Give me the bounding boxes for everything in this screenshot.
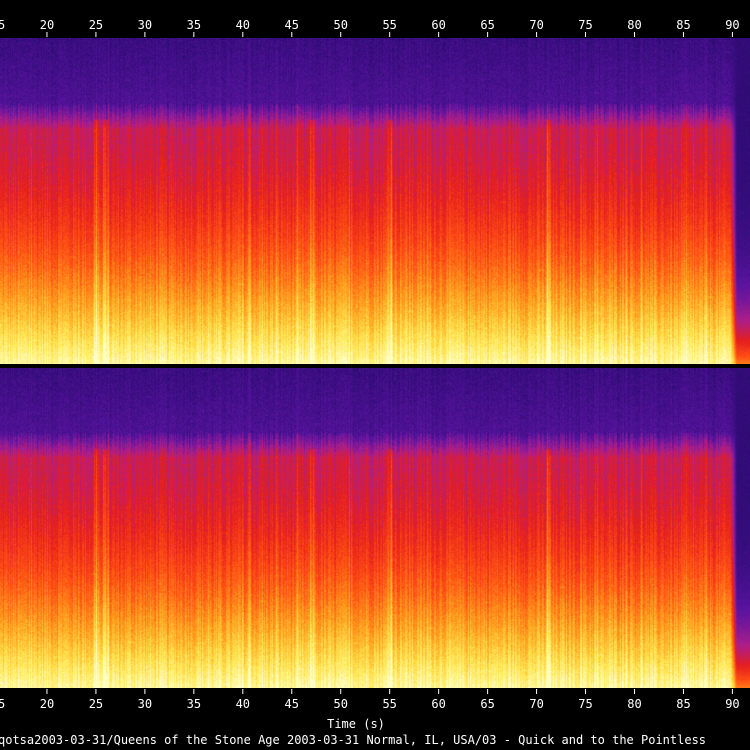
- top-axis-tick-label-80: 80: [627, 18, 641, 32]
- channel-separator: [0, 364, 750, 368]
- top-axis-tick-label-70: 70: [529, 18, 543, 32]
- bottom-axis-tick-label-60: 60: [431, 697, 445, 711]
- bottom-axis-tick-label-45: 45: [285, 697, 299, 711]
- bottom-axis-tick-label-20: 20: [40, 697, 54, 711]
- bottom-axis-tick-label-35: 35: [187, 697, 201, 711]
- top-axis-tick-label-75: 75: [578, 18, 592, 32]
- top-axis-tick-label-60: 60: [431, 18, 445, 32]
- chart-title: qotsa2003-03-31/Queens of the Stone Age …: [0, 733, 706, 747]
- top-axis-tick-label-20: 20: [40, 18, 54, 32]
- spectrogram-channel-right: [0, 368, 750, 688]
- spectrogram-chart: 15 20 25 30 35 40 45 50 55 60 65 70 75 80 85 90 15 20 25 3…: [0, 0, 750, 750]
- bottom-axis-tick-label-55: 55: [382, 697, 396, 711]
- bottom-axis-tick-label-80: 80: [627, 697, 641, 711]
- bottom-axis-tick-label-25: 25: [89, 697, 103, 711]
- x-axis-title: Time (s): [327, 717, 385, 731]
- bottom-axis-tick-label-75: 75: [578, 697, 592, 711]
- top-axis-tick-label-85: 85: [676, 18, 690, 32]
- bottom-axis-tick-label-85: 85: [676, 697, 690, 711]
- top-axis-tick-label-35: 35: [187, 18, 201, 32]
- spectrogram-channel-left: [0, 38, 750, 364]
- bottom-axis-tick-label-65: 65: [480, 697, 494, 711]
- bottom-axis-tick-label-90: 90: [725, 697, 739, 711]
- top-axis-tick-label-30: 30: [138, 18, 152, 32]
- bottom-axis-tick-label-50: 50: [334, 697, 348, 711]
- top-axis-tick-label-65: 65: [480, 18, 494, 32]
- top-axis-tick-label-45: 45: [285, 18, 299, 32]
- top-axis-tick-label-15: 15: [0, 18, 5, 32]
- bottom-axis-tick-label-30: 30: [138, 697, 152, 711]
- bottom-axis-tick-label-40: 40: [236, 697, 250, 711]
- top-axis-tick-label-40: 40: [236, 18, 250, 32]
- top-axis-tick-label-55: 55: [382, 18, 396, 32]
- top-axis-tick-label-25: 25: [89, 18, 103, 32]
- top-axis-tick-label-90: 90: [725, 18, 739, 32]
- bottom-axis-tick-label-15: 15: [0, 697, 5, 711]
- top-axis-tick-label-50: 50: [334, 18, 348, 32]
- bottom-axis-tick-label-70: 70: [529, 697, 543, 711]
